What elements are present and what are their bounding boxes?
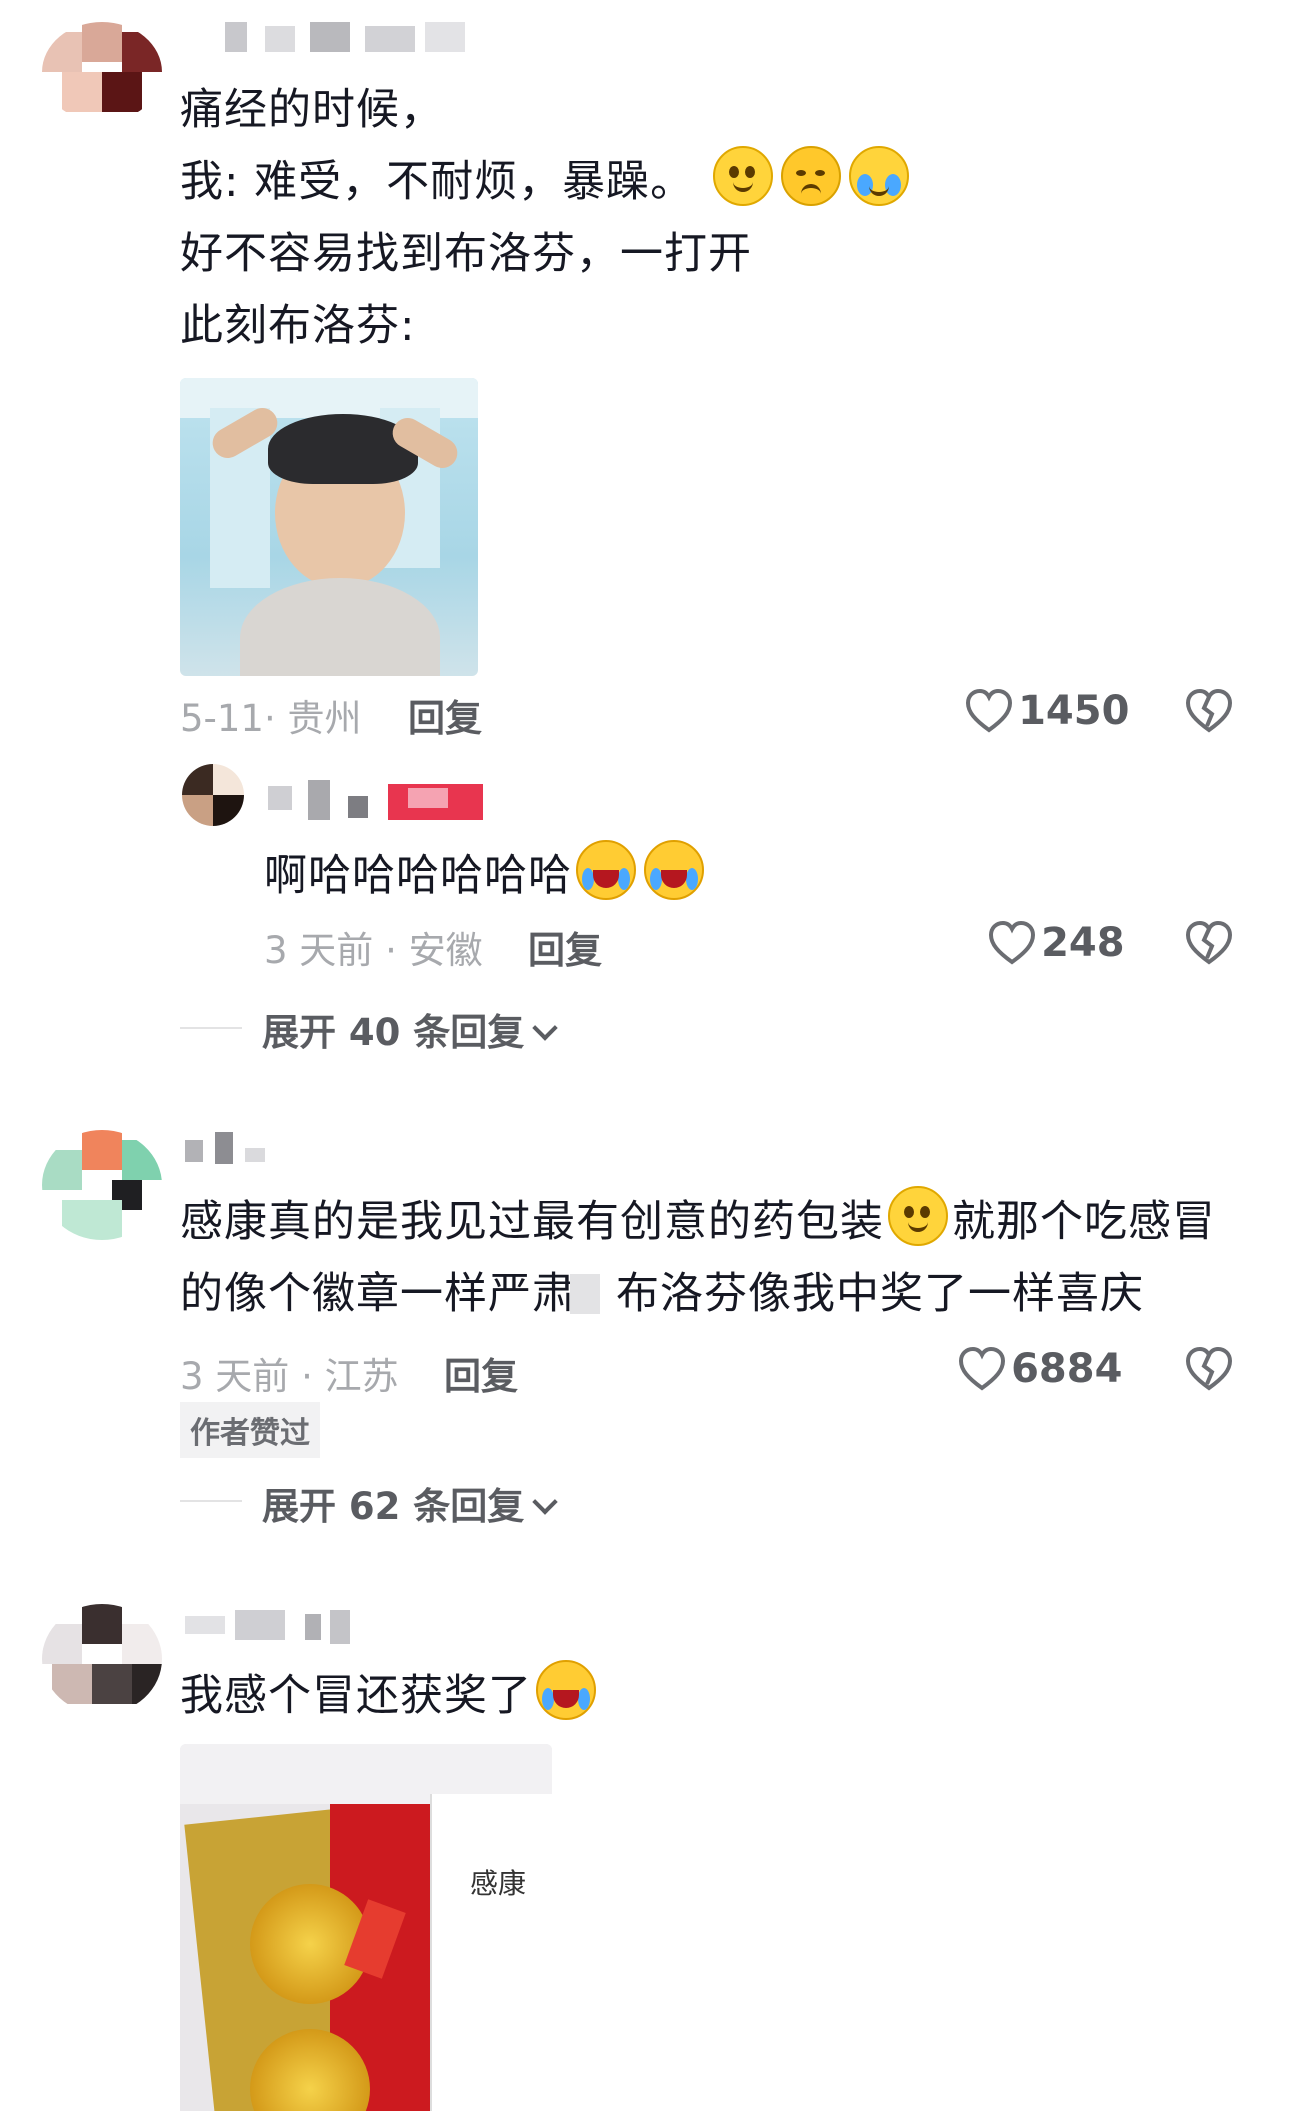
comment-text: 我感个冒还获奖了 bbox=[180, 1660, 600, 1732]
reply-button[interactable]: 回复 bbox=[444, 1346, 518, 1400]
broken-heart-icon bbox=[1185, 688, 1233, 733]
heart-outline-icon bbox=[965, 688, 1013, 733]
angry-emoji-icon bbox=[780, 146, 841, 206]
comment-text: 痛经的时候， 我: 难受，不耐烦，暴躁。 好不容易找到布洛芬，一打开 此刻布洛芬… bbox=[180, 74, 1180, 362]
comment-line: 我: 难受，不耐烦，暴躁。 bbox=[180, 146, 1180, 218]
dislike-button[interactable] bbox=[1185, 920, 1233, 970]
crying-emoji-icon bbox=[848, 146, 909, 206]
expand-replies-label: 展开 40 条回复 bbox=[262, 1011, 525, 1054]
like-button[interactable]: 6884 bbox=[958, 1346, 1122, 1392]
laughing-crying-emoji-icon bbox=[536, 1660, 596, 1720]
commenter-avatar[interactable] bbox=[42, 1604, 162, 1714]
comment-image[interactable] bbox=[180, 378, 478, 676]
dislike-button[interactable] bbox=[1185, 1346, 1233, 1396]
heart-outline-icon bbox=[958, 1346, 1006, 1391]
comment-line-text: 布洛芬像我中奖了一样喜庆 bbox=[616, 1269, 1144, 1319]
expand-replies-button[interactable]: 展开 62 条回复 bbox=[262, 1476, 558, 1530]
chevron-down-icon bbox=[532, 1489, 558, 1515]
comment-line-text: 我: 难受，不耐烦，暴躁。 bbox=[180, 157, 695, 207]
broken-heart-icon bbox=[1185, 920, 1233, 965]
like-button[interactable]: 1450 bbox=[965, 688, 1129, 734]
divider bbox=[180, 1500, 242, 1502]
comment-text: 感康真的是我见过最有创意的药包装 就那个吃感冒 的像个徽章一样严肃 布洛芬像我中奖了… bbox=[180, 1186, 1260, 1330]
like-button[interactable]: 248 bbox=[988, 920, 1125, 966]
heart-outline-icon bbox=[988, 920, 1036, 965]
reply-date-location: 3 天前 · 安徽 bbox=[264, 929, 483, 972]
divider bbox=[180, 1027, 242, 1029]
package-label: 感康 bbox=[470, 1867, 527, 1900]
comment-line: 的像个徽章一样严肃 布洛芬像我中奖了一样喜庆 bbox=[180, 1258, 1260, 1330]
comment-line: 此刻布洛芬: bbox=[180, 301, 416, 351]
reply-button[interactable]: 回复 bbox=[528, 920, 602, 974]
like-count: 248 bbox=[1041, 920, 1125, 966]
commenter-name-blurred[interactable] bbox=[185, 1610, 355, 1644]
smile-emoji-icon bbox=[712, 146, 773, 206]
like-count: 1450 bbox=[1018, 688, 1130, 734]
comment-line-text: 的像个徽章一样严肃 bbox=[180, 1269, 576, 1319]
dislike-button[interactable] bbox=[1185, 688, 1233, 738]
comment-line: 好不容易找到布洛芬，一打开 bbox=[180, 229, 752, 279]
replier-name-blurred[interactable] bbox=[268, 780, 488, 824]
reply-text: 啊哈哈哈哈哈哈 bbox=[264, 851, 572, 901]
reply-button[interactable]: 回复 bbox=[408, 688, 482, 742]
comment-line: 痛经的时候， bbox=[180, 85, 444, 135]
comment-line-text: 感康真的是我见过最有创意的药包装 bbox=[180, 1197, 884, 1247]
expand-replies-button[interactable]: 展开 40 条回复 bbox=[262, 1002, 558, 1056]
commenter-avatar[interactable] bbox=[42, 22, 162, 122]
commenter-avatar[interactable] bbox=[42, 1130, 162, 1240]
chevron-down-icon bbox=[532, 1015, 558, 1041]
commenter-name-blurred[interactable] bbox=[185, 1132, 305, 1166]
comment-image[interactable]: 感康 bbox=[180, 1744, 552, 2111]
commenter-name-blurred[interactable] bbox=[225, 22, 475, 52]
comment-line-text: 我感个冒还获奖了 bbox=[180, 1671, 532, 1721]
like-count: 6884 bbox=[1011, 1346, 1123, 1392]
expand-replies-label: 展开 62 条回复 bbox=[262, 1485, 525, 1528]
comment-date-location: 5-11· 贵州 bbox=[180, 697, 362, 740]
comment-line-text: 就那个吃感冒 bbox=[952, 1197, 1216, 1247]
reply-text-line: 啊哈哈哈哈哈哈 bbox=[264, 840, 708, 912]
laughing-crying-emoji-icon bbox=[644, 840, 704, 900]
comment-date-location: 3 天前 · 江苏 bbox=[180, 1355, 399, 1398]
author-liked-badge: 作者赞过 bbox=[180, 1402, 320, 1458]
broken-heart-icon bbox=[1185, 1346, 1233, 1391]
replier-avatar[interactable] bbox=[182, 764, 244, 826]
smile-emoji-icon bbox=[888, 1186, 948, 1246]
comment-line: 感康真的是我见过最有创意的药包装 就那个吃感冒 bbox=[180, 1186, 1260, 1258]
laughing-crying-emoji-icon bbox=[576, 840, 636, 900]
